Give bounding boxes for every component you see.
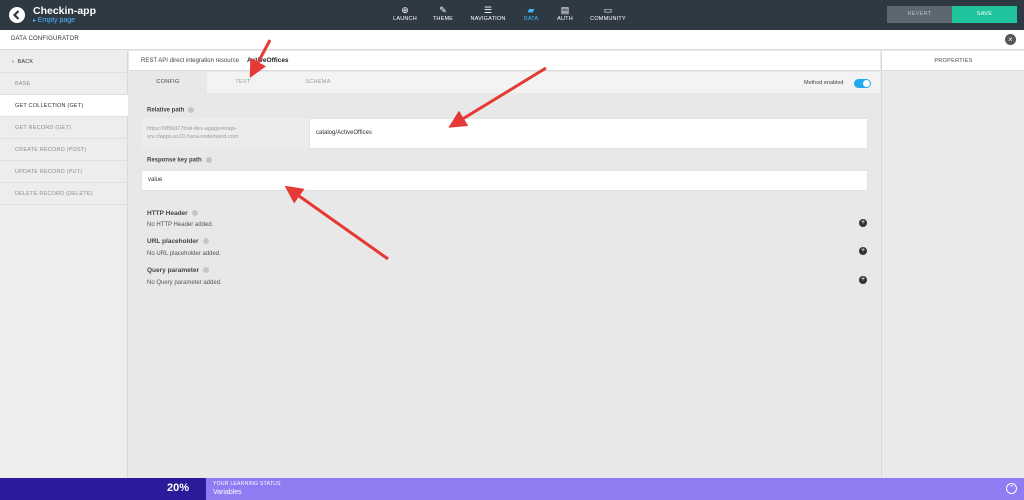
configurator-header: DATA CONFIGURATOR × (0, 30, 1024, 50)
nav-community-label: COMMUNITY (590, 16, 626, 22)
back-label: BACK (17, 59, 34, 65)
app-logo-icon (9, 7, 25, 23)
learning-percent: 20% (167, 482, 190, 494)
help-icon[interactable] (203, 267, 210, 274)
nav-theme[interactable]: ✎ THEME (421, 4, 465, 28)
method-sidebar: ‹ BACK BASE GET COLLECTION (GET) GET REC… (0, 51, 128, 478)
query-parameter-title-text: Query parameter (147, 267, 200, 274)
nav-theme-label: THEME (432, 16, 454, 22)
properties-title: PROPERTIES (882, 51, 1024, 71)
add-query-parameter-button[interactable]: + (859, 276, 867, 284)
url-placeholder-desc: No URL placeholder added. (147, 251, 221, 257)
page-selector[interactable]: Empty page (33, 17, 75, 24)
nav-navigation-label: NAVIGATION (470, 16, 506, 22)
sidebar-item-base[interactable]: BASE (0, 73, 128, 95)
sidebar-item-get-record[interactable]: GET RECORD (GET) (0, 117, 128, 139)
query-parameter-desc: No Query parameter added. (147, 280, 222, 286)
close-icon[interactable]: × (1005, 34, 1016, 45)
resource-type-label: REST API direct integration resource (141, 58, 239, 64)
nav-community[interactable]: ▭ COMMUNITY (586, 4, 630, 28)
sidebar-item-update-record[interactable]: UPDATE RECORD (PUT) (0, 161, 128, 183)
help-icon[interactable] (188, 107, 195, 113)
relative-path-label-text: Relative path (147, 107, 185, 114)
http-header-desc: No HTTP Header added. (147, 222, 214, 228)
method-enabled-label: Method enabled (804, 80, 844, 86)
revert-button[interactable]: REVERT (887, 6, 952, 23)
app-title: Checkin-app (33, 5, 97, 17)
nav-auth[interactable]: ▤ AUTH (543, 4, 587, 28)
help-icon[interactable] (205, 157, 212, 163)
config-tabs: CONFIG TEST SCHEMA Method enabled (129, 72, 880, 93)
help-icon[interactable] (191, 210, 198, 217)
sidebar-item-get-collection[interactable]: GET COLLECTION (GET) (0, 95, 128, 117)
add-url-placeholder-button[interactable]: + (859, 247, 867, 255)
url-placeholder-title-text: URL placeholder (147, 238, 199, 245)
document-icon: ▤ (560, 5, 570, 15)
response-key-label-text: Response key path (147, 157, 202, 164)
properties-panel: PROPERTIES (881, 51, 1024, 478)
add-http-header-button[interactable]: + (859, 219, 867, 227)
learning-status-value: Variables (213, 489, 242, 496)
sidebar-item-create-record[interactable]: CREATE RECORD (POST) (0, 139, 128, 161)
sidebar-item-delete-record[interactable]: DELETE RECORD (DELETE) (0, 183, 128, 205)
http-header-title-text: HTTP Header (147, 210, 188, 217)
method-config-panel: REST API direct integration resource Act… (129, 51, 880, 478)
http-header-title: HTTP Header (147, 210, 198, 217)
resource-header: REST API direct integration resource Act… (129, 51, 880, 71)
help-icon[interactable] (202, 238, 209, 245)
learning-status-label: YOUR LEARNING STATUS (213, 481, 281, 487)
method-enabled-toggle[interactable] (854, 79, 871, 88)
list-icon: ☰ (483, 5, 493, 15)
response-key-input[interactable]: value (141, 170, 868, 191)
nav-navigation[interactable]: ☰ NAVIGATION (466, 4, 510, 28)
brush-icon: ✎ (439, 5, 447, 15)
tab-config[interactable]: CONFIG (129, 72, 207, 93)
nav-auth-label: AUTH (557, 16, 573, 22)
chevron-up-icon[interactable]: ⌃ (1006, 483, 1017, 494)
query-parameter-title: Query parameter (147, 267, 210, 274)
relative-path-input[interactable]: catalog/ActiveOffices (309, 118, 868, 149)
base-url: https://9f56d77trial-dev-appgyverapi- sr… (141, 118, 309, 149)
base-url-line-2: srv.cfapps.us10.hana.ondemand.com (147, 134, 239, 140)
chat-icon: ▭ (603, 5, 613, 15)
save-button[interactable]: SAVE (952, 6, 1017, 23)
top-bar: Checkin-app Empty page ⊕ LAUNCH ✎ THEME … (0, 0, 1024, 30)
tab-test[interactable]: TEST (204, 72, 282, 93)
base-url-line-1: https://9f56d77trial-dev-appgyverapi- (147, 126, 237, 132)
configurator-title: DATA CONFIGURATOR (11, 36, 79, 42)
tab-schema[interactable]: SCHEMA (279, 72, 357, 93)
back-button[interactable]: ‹ BACK (0, 51, 128, 73)
learning-status-bar[interactable]: 20% YOUR LEARNING STATUS Variables ⌃ (0, 478, 1024, 500)
url-placeholder-title: URL placeholder (147, 238, 209, 245)
resource-name: ActiveOffices (247, 57, 289, 64)
relative-path-label: Relative path (147, 107, 195, 114)
response-key-label: Response key path (147, 157, 212, 164)
